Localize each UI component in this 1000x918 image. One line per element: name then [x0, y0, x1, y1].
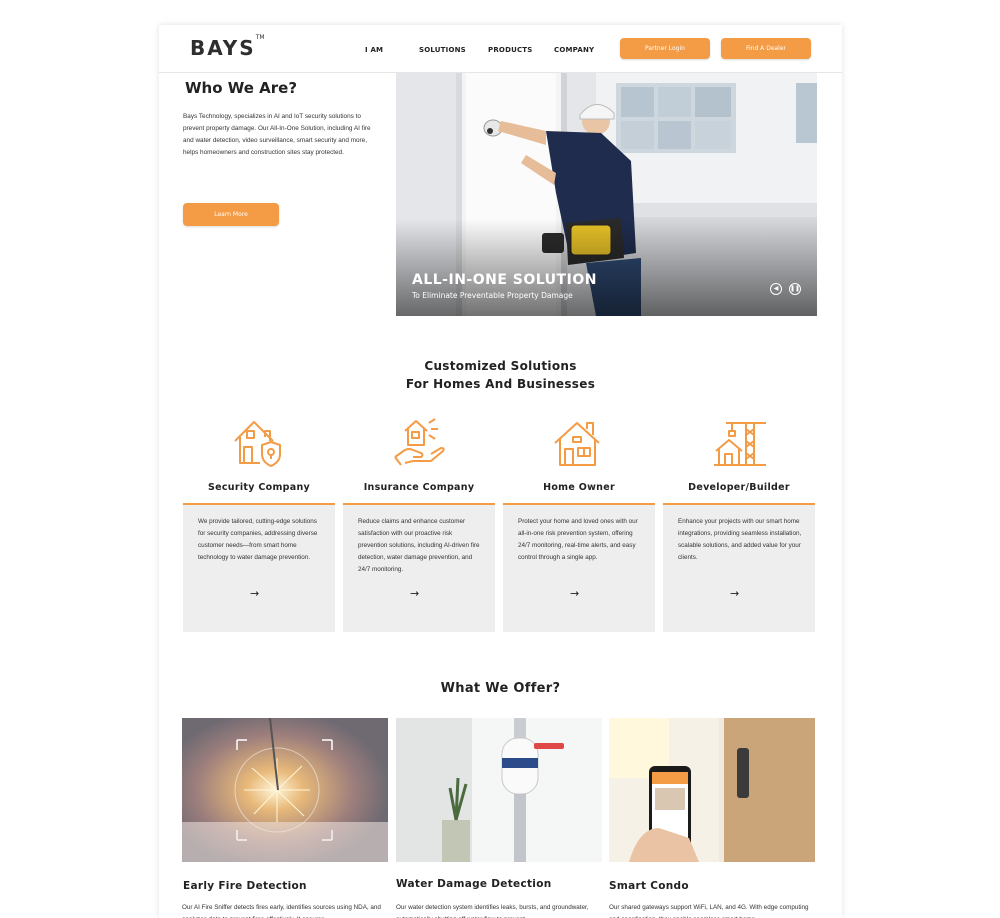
arrow-right-icon[interactable]: → — [250, 587, 259, 600]
slide-subtitle: To Eliminate Preventable Property Damage — [412, 291, 573, 300]
solution-name-developer[interactable]: Developer/Builder — [663, 482, 815, 493]
partner-login-button[interactable]: Partner Login — [620, 38, 710, 59]
site-header: BAYSTM I AM SOLUTIONS PRODUCTS COMPANY P… — [159, 25, 842, 73]
sparkler-photo — [182, 718, 388, 862]
solution-desc: We provide tailored, cutting-edge soluti… — [198, 518, 318, 561]
offer-name-condo[interactable]: Smart Condo — [609, 880, 689, 892]
solution-name-homeowner[interactable]: Home Owner — [503, 482, 655, 493]
solution-desc: Reduce claims and enhance customer satis… — [358, 518, 480, 573]
logo-text: BAYS — [190, 36, 256, 60]
hero-slide: ALL-IN-ONE SOLUTION To Eliminate Prevent… — [396, 73, 817, 316]
nav-products[interactable]: PRODUCTS — [488, 46, 533, 54]
solution-card-homeowner[interactable]: Protect your home and loved ones with ou… — [503, 503, 655, 632]
who-we-are-text: Bays Technology, specializes in AI and I… — [183, 113, 371, 156]
learn-more-button[interactable]: Learn More — [183, 203, 279, 226]
house-shield-icon — [234, 421, 281, 467]
solutions-title-line2: For Homes And Businesses — [405, 377, 596, 391]
nav-company[interactable]: COMPANY — [554, 46, 594, 54]
offers-title: What We Offer? — [440, 681, 561, 696]
solution-name-insurance[interactable]: Insurance Company — [343, 482, 495, 493]
fire-detection-image[interactable] — [182, 718, 388, 862]
solution-card-developer[interactable]: Enhance your projects with our smart hom… — [663, 503, 815, 632]
bays-logo[interactable]: BAYSTM — [190, 34, 265, 60]
hand-house-icon — [394, 418, 445, 466]
offer-name-fire[interactable]: Early Fire Detection — [183, 880, 307, 892]
who-we-are-title: Who We Are? — [185, 79, 298, 97]
smart-condo-image[interactable] — [609, 718, 815, 862]
nav-i-am[interactable]: I AM — [365, 46, 383, 54]
offer-name-water[interactable]: Water Damage Detection — [396, 878, 552, 890]
crane-house-icon — [714, 422, 766, 466]
solutions-title-line1: Customized Solutions — [424, 359, 577, 373]
offer-desc-water: Our water detection system identifies le… — [396, 904, 589, 918]
solution-card-security[interactable]: We provide tailored, cutting-edge soluti… — [183, 503, 335, 632]
arrow-right-icon[interactable]: → — [410, 587, 419, 600]
arrow-right-icon[interactable]: → — [570, 587, 579, 600]
offer-desc-fire: Our AI Fire Sniffer detects fires early,… — [182, 904, 381, 918]
offer-desc-condo: Our shared gateways support WiFi, LAN, a… — [609, 904, 809, 918]
logo-trademark: TM — [255, 34, 265, 42]
slide-title: ALL-IN-ONE SOLUTION — [412, 272, 597, 288]
page: BAYSTM I AM SOLUTIONS PRODUCTS COMPANY P… — [159, 25, 842, 918]
find-dealer-button[interactable]: Find A Dealer — [721, 38, 811, 59]
solution-desc: Enhance your projects with our smart hom… — [678, 518, 802, 561]
water-valve-photo — [396, 718, 602, 862]
nav-solutions[interactable]: SOLUTIONS — [419, 46, 466, 54]
smart-lock-phone-photo — [609, 718, 815, 862]
solution-desc: Protect your home and loved ones with ou… — [518, 518, 638, 561]
slide-pause-icon[interactable]: ❚❚ — [789, 283, 801, 295]
solution-card-insurance[interactable]: Reduce claims and enhance customer satis… — [343, 503, 495, 632]
arrow-right-icon[interactable]: → — [730, 587, 739, 600]
home-icon — [554, 422, 600, 466]
water-detection-image[interactable] — [396, 718, 602, 862]
solution-name-security[interactable]: Security Company — [183, 482, 335, 493]
slide-prev-icon[interactable]: ◀ — [770, 283, 782, 295]
